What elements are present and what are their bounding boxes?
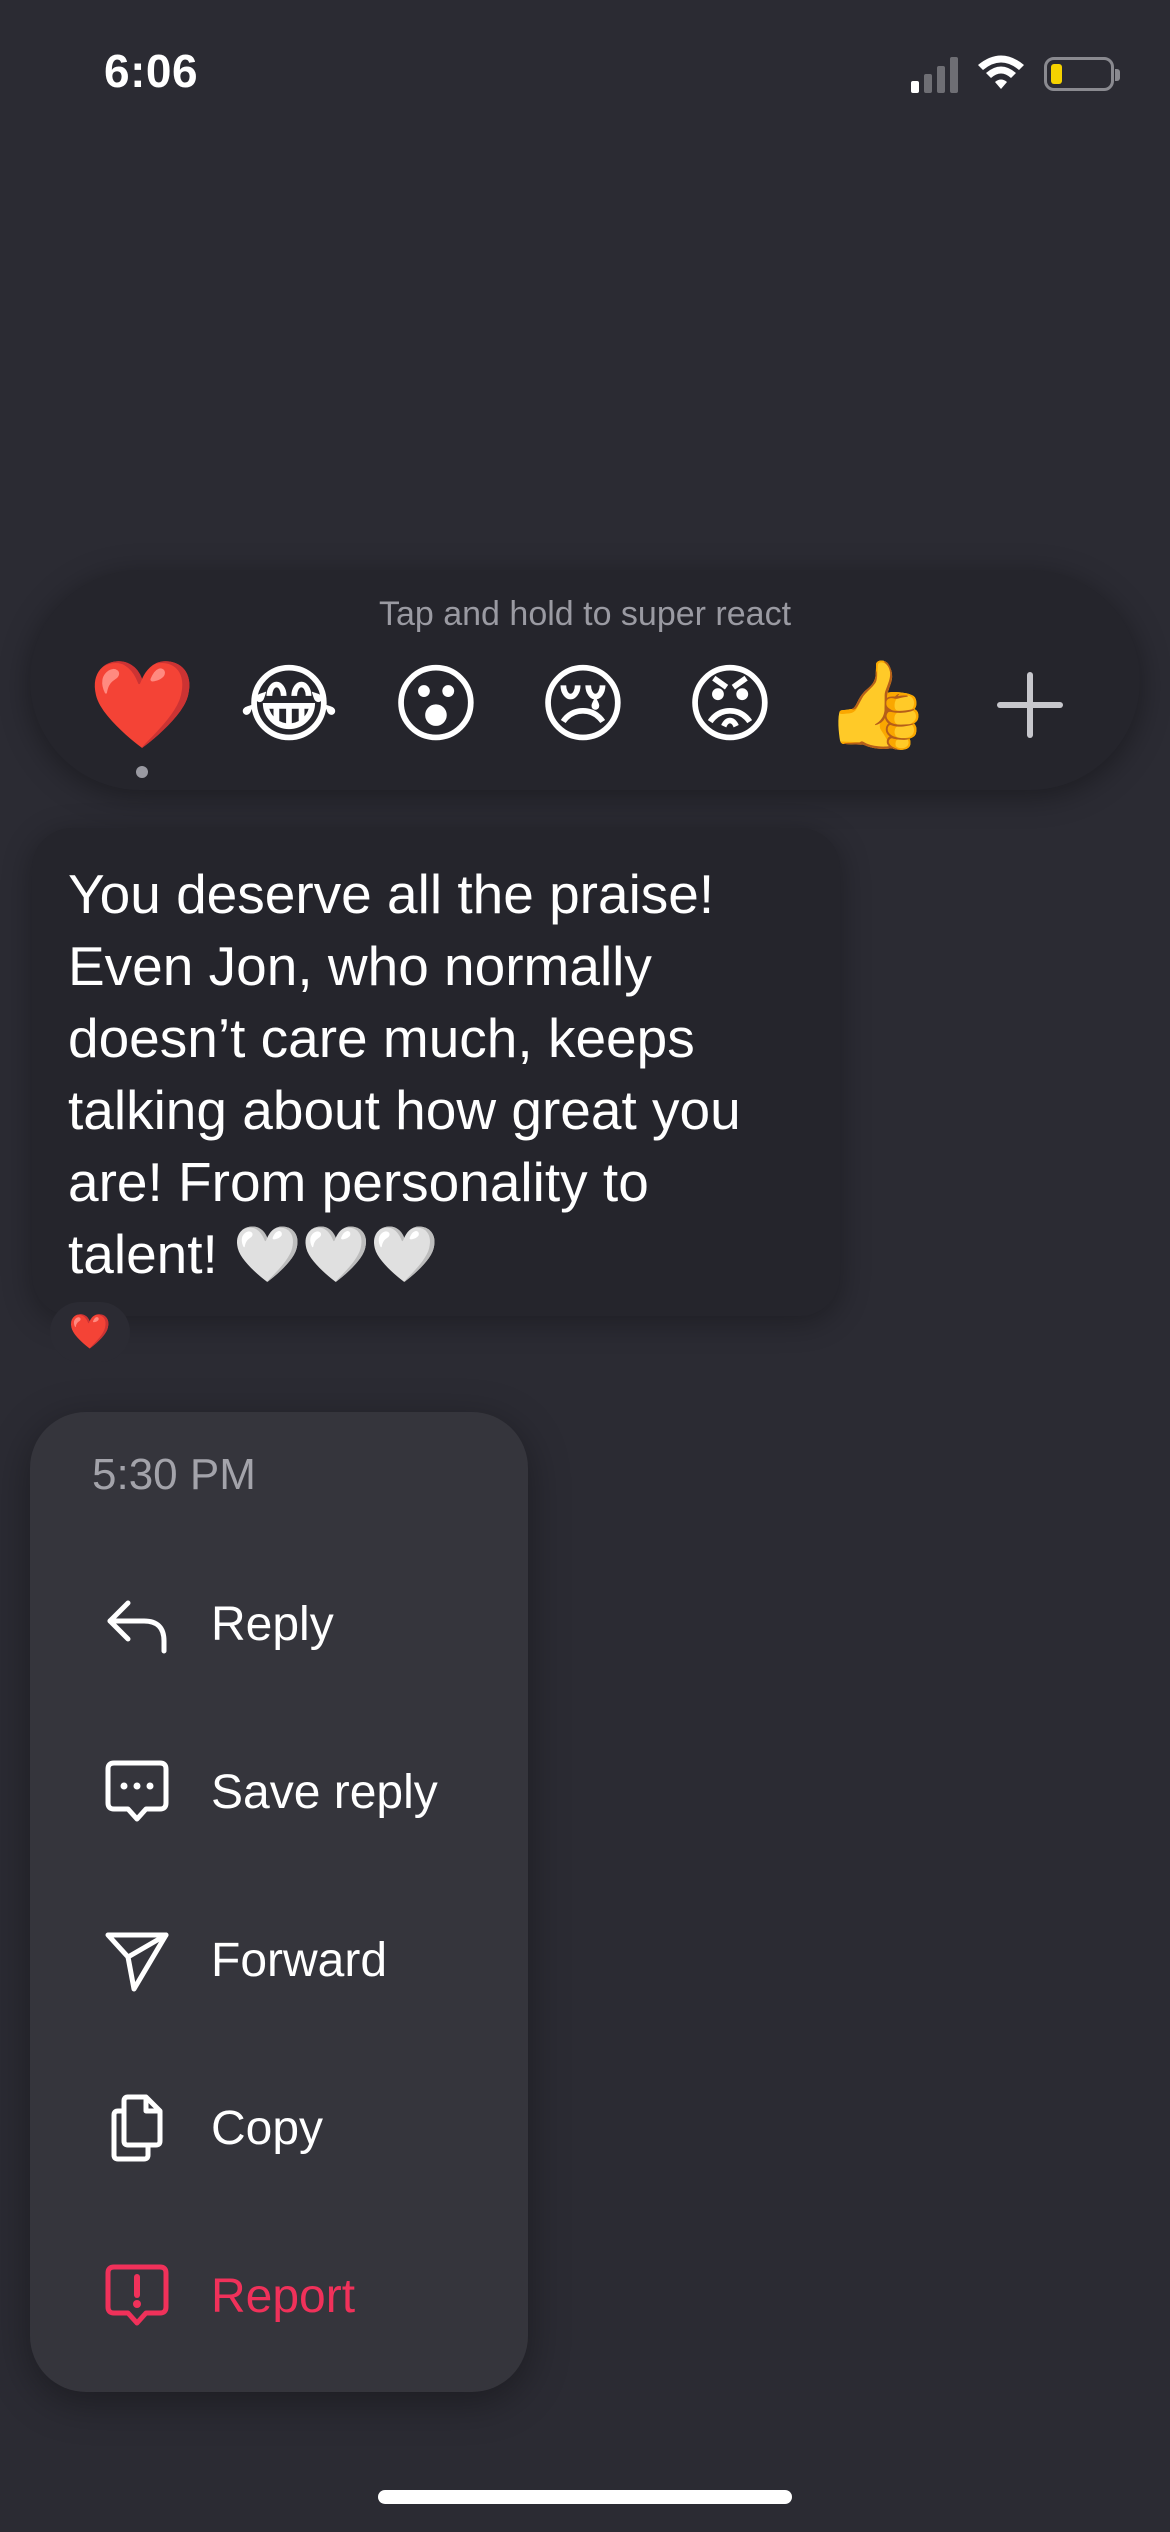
menu-item-report[interactable]: Report [30,2226,528,2366]
reaction-red-heart[interactable]: ❤️ [87,650,197,760]
reaction-surprised[interactable]: 😮 [381,650,491,760]
menu-item-label: Save reply [211,1765,438,1819]
reaction-thumbs-up[interactable]: 👍 [822,650,932,760]
reaction-hint: Tap and hold to super react [378,595,792,633]
status-icons [911,52,1120,96]
reply-icon [107,1600,167,1654]
home-indicator[interactable] [378,2490,792,2504]
send-icon [105,1932,169,1992]
menu-item-save-reply[interactable]: Save reply [30,1722,528,1862]
menu-item-copy[interactable]: Copy [30,2058,528,2198]
menu-item-reply[interactable]: Reply [30,1554,528,1694]
plus-icon[interactable] [995,670,1065,740]
battery-level [1051,64,1062,84]
reaction-angry[interactable]: 😡 [675,650,785,760]
message-text: You deserve all the praise! Even Jon, wh… [68,863,741,1285]
copy-icon [111,2094,163,2162]
reaction-bar: Tap and hold to super react ❤️ 😂 😮 😢 😡 👍 [30,570,1140,790]
status-time: 6:06 [104,45,199,97]
message-reaction-badge[interactable]: ❤️ [50,1302,130,1362]
selected-reaction-indicator [136,766,148,778]
message-timestamp: 5:30 PM [92,1450,256,1499]
menu-item-forward[interactable]: Forward [30,1890,528,2030]
reaction-tears-of-joy[interactable]: 😂 [234,650,344,760]
reaction-crying[interactable]: 😢 [528,650,638,760]
signal-icon [911,55,958,93]
report-icon [105,2264,169,2326]
message-context-menu: 5:30 PM Reply Save reply Forward Copy Re… [30,1412,528,2392]
menu-item-label: Report [211,2269,356,2323]
menu-item-label: Reply [211,1597,334,1651]
screen: 6:06 Tap and hold to super react ❤️ 😂 😮 … [0,0,1170,2532]
wifi-icon [978,55,1024,89]
menu-item-label: Copy [211,2101,324,2155]
menu-item-label: Forward [211,1933,388,1987]
chat-bubble-icon [105,1760,169,1822]
message-bubble[interactable]: You deserve all the praise! Even Jon, wh… [32,828,840,1316]
battery-icon [1044,57,1120,91]
